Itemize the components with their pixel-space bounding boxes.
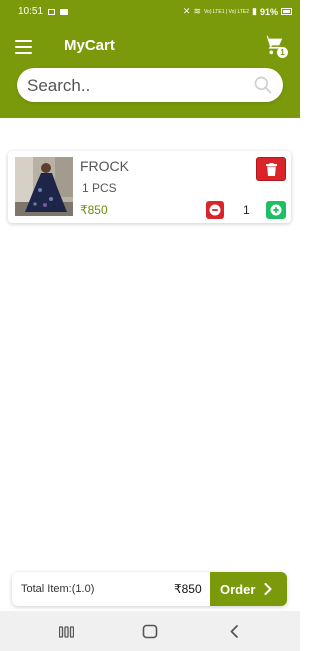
product-image bbox=[15, 157, 73, 216]
network-label: Vo) LTE1 | Vo) LTE2 bbox=[204, 8, 250, 15]
total-items-label: Total Item:(1.0) bbox=[21, 583, 95, 595]
minus-icon bbox=[209, 204, 221, 216]
battery-icon bbox=[281, 8, 292, 15]
mute-icon: ✕ bbox=[182, 6, 191, 16]
increase-quantity-button[interactable] bbox=[266, 201, 286, 219]
signal-icon: ▮ bbox=[252, 6, 257, 16]
product-price: ₹850 bbox=[80, 203, 108, 217]
decrease-quantity-button[interactable] bbox=[206, 201, 224, 219]
cart-icon[interactable]: 1 bbox=[263, 34, 288, 58]
delete-button[interactable] bbox=[256, 157, 286, 181]
search-input[interactable] bbox=[25, 68, 249, 104]
status-time: 10:51 bbox=[18, 6, 44, 17]
total-amount: ₹850 bbox=[174, 582, 202, 596]
trash-icon bbox=[266, 163, 277, 176]
status-right: ✕ ≋ Vo) LTE1 | Vo) LTE2 ▮ 91% bbox=[183, 6, 292, 17]
home-icon[interactable] bbox=[142, 624, 158, 639]
plus-icon bbox=[270, 204, 282, 216]
order-button-label: Order bbox=[220, 582, 256, 597]
battery-percent: 91% bbox=[259, 6, 278, 17]
quantity-value: 1 bbox=[243, 203, 250, 217]
chevron-right-icon bbox=[264, 583, 272, 595]
frock-photo bbox=[15, 157, 73, 216]
order-summary-bar: Total Item:(1.0) ₹850 Order bbox=[12, 572, 287, 606]
search-bar bbox=[17, 68, 283, 104]
page-title: MyCart bbox=[64, 37, 115, 54]
search-icon[interactable] bbox=[253, 75, 273, 95]
order-button[interactable]: Order bbox=[210, 572, 287, 606]
cart-item-card: FROCK 1 PCS ₹850 1 bbox=[8, 151, 291, 223]
gallery-notification-icon bbox=[48, 8, 56, 15]
back-icon[interactable] bbox=[229, 624, 239, 639]
folder-notification-icon bbox=[60, 8, 69, 15]
status-bar: 10:51 ✕ ≋ Vo) LTE1 | Vo) LTE2 ▮ 91% bbox=[0, 0, 300, 24]
product-quantity-text: 1 PCS bbox=[82, 181, 117, 195]
product-name: FROCK bbox=[80, 158, 129, 174]
system-navigation-bar bbox=[0, 611, 300, 651]
status-left: 10:51 bbox=[18, 6, 69, 17]
menu-icon[interactable] bbox=[15, 40, 32, 54]
cart-badge: 1 bbox=[277, 47, 288, 58]
wifi-icon: ≋ bbox=[193, 6, 201, 16]
recents-icon[interactable] bbox=[59, 626, 74, 638]
